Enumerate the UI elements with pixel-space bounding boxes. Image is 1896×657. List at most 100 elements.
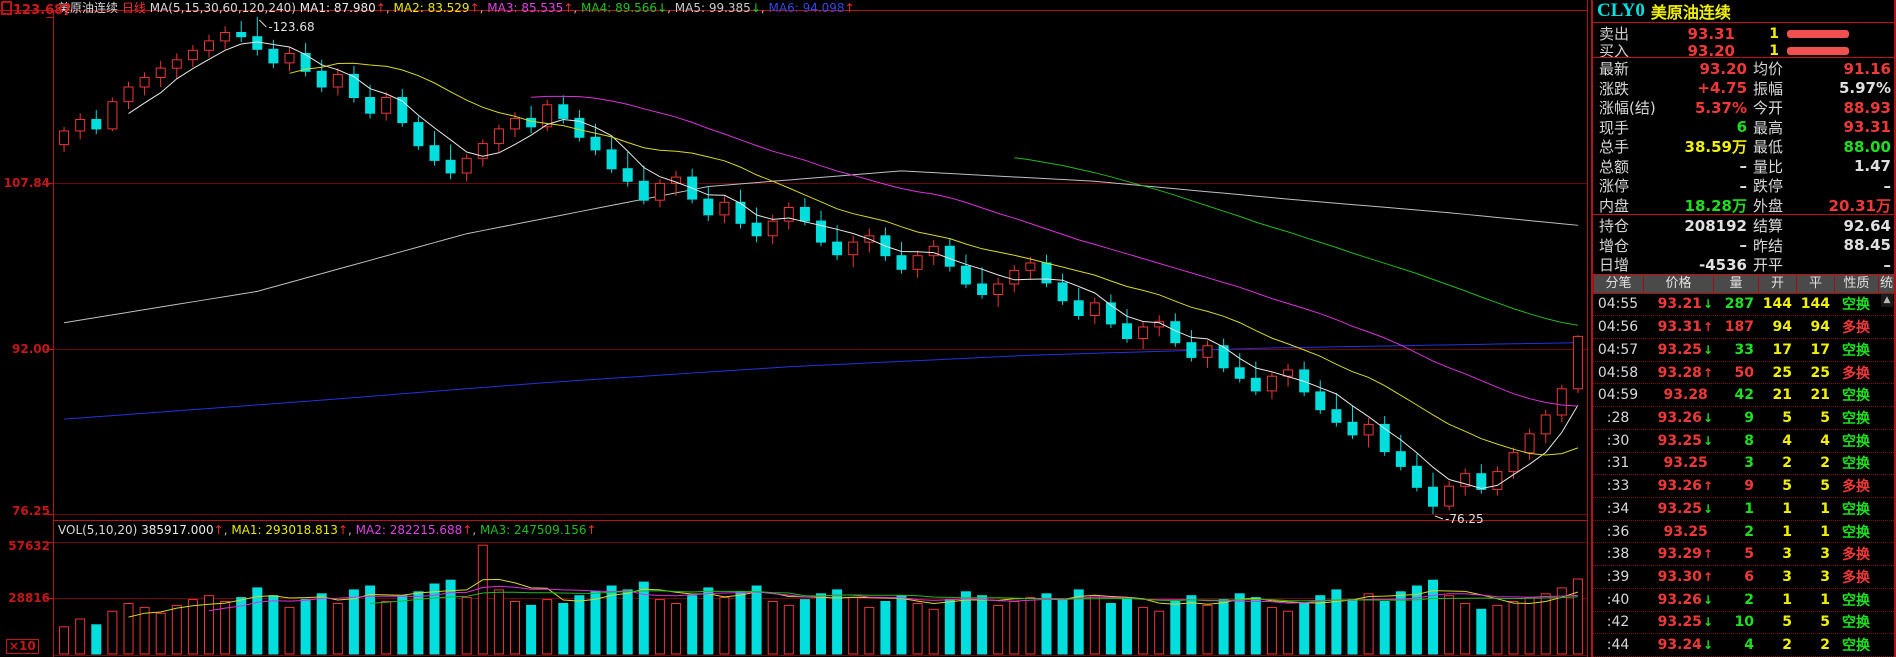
tick-nature: 空换 — [1834, 522, 1878, 542]
tick-open-interest-close: 2 — [1796, 455, 1834, 471]
tick-table-header: 分笔价格量开平性质统 — [1593, 275, 1894, 294]
direction-arrow: ↑ — [462, 523, 472, 537]
stat-label: 结算 — [1753, 215, 1811, 236]
stat-value: 5.97% — [1811, 79, 1892, 97]
tick-open-interest-open: 3 — [1758, 546, 1796, 562]
stat-label: 持仓 — [1599, 215, 1669, 236]
tick-nature: 空换 — [1834, 294, 1878, 314]
candlestick-chart-canvas[interactable]: -123.68-76.25 — [0, 0, 1591, 657]
tick-open-interest-open: 144 — [1758, 296, 1796, 312]
tick-volume: 10 — [1713, 614, 1758, 630]
tick-price: 93.31↑ — [1643, 319, 1713, 335]
tick-time: 04:56 — [1593, 319, 1643, 335]
chart-period-label[interactable]: 日线 — [122, 1, 146, 15]
tick-nature: 空换 — [1834, 635, 1878, 655]
tick-volume: 6 — [1713, 569, 1758, 585]
tick-nature: 空换 — [1834, 499, 1878, 519]
tick-column-header[interactable]: 性质 — [1834, 275, 1878, 293]
stat-label: 现手 — [1599, 117, 1669, 138]
tick-open-interest-open: 1 — [1758, 524, 1796, 540]
quote-stat-row: 涨跌+4.75振幅5.97% — [1593, 78, 1894, 98]
tick-row: :4093.26↓211空换 — [1593, 589, 1894, 612]
tick-column-header[interactable]: 统 — [1878, 275, 1894, 293]
tick-direction-arrow: ↓ — [1703, 502, 1713, 516]
tick-row: 04:5893.28↑502525多换 — [1593, 362, 1894, 385]
quote-stat-row: 总额–量比1.47 — [1593, 156, 1894, 176]
stat-value: -4536 — [1669, 256, 1753, 274]
quote-stat-rows: 最新93.20均价91.16涨跌+4.75振幅5.97%涨幅(结)5.37%今开… — [1593, 58, 1894, 274]
direction-arrow: ↑ — [845, 1, 855, 15]
question-mark-icon[interactable]: ? — [62, 0, 71, 19]
tick-time: :30 — [1593, 433, 1643, 449]
tick-time: 04:59 — [1593, 387, 1643, 403]
vol-params: VOL(5,10,20) — [58, 523, 137, 537]
tick-direction-arrow: ↑ — [1703, 570, 1713, 584]
stat-label: 涨跌 — [1599, 78, 1669, 99]
price-axis-label: 107.84 — [0, 176, 50, 190]
tick-nature: 空换 — [1834, 612, 1878, 632]
tick-direction-arrow: ↓ — [1703, 593, 1713, 607]
contract-name[interactable]: 美原油连续 — [1651, 0, 1731, 23]
tick-price: 93.25 — [1643, 524, 1713, 540]
tick-row: 04:5593.21↓287144144空换 — [1593, 294, 1894, 317]
direction-arrow: ↑ — [470, 1, 480, 15]
tick-open-interest-close: 3 — [1796, 569, 1834, 585]
tick-column-header[interactable]: 平 — [1796, 275, 1834, 293]
stat-value: 5.37% — [1669, 99, 1753, 117]
tick-price: 93.24↓ — [1643, 637, 1713, 653]
tick-open-interest-open: 25 — [1758, 365, 1796, 381]
tick-price: 93.25↓ — [1643, 614, 1713, 630]
stat-value: 38.59万 — [1669, 136, 1753, 157]
tick-time: :36 — [1593, 524, 1643, 540]
tick-time: :33 — [1593, 478, 1643, 494]
quote-panel: CLY0 美原油连续 卖出 93.31 1 买入 93.20 1 最新93.20… — [1591, 0, 1896, 657]
stat-value: +4.75 — [1669, 79, 1753, 97]
contract-code[interactable]: CLY0 — [1597, 0, 1645, 22]
tick-column-header[interactable]: 价格 — [1643, 275, 1713, 293]
tick-open-interest-open: 5 — [1758, 614, 1796, 630]
tick-volume: 9 — [1713, 410, 1758, 426]
ma-value: MA3: 85.535 — [487, 1, 563, 15]
volume-axis-label: 57632 — [0, 539, 50, 553]
tick-price: 93.25 — [1643, 455, 1713, 471]
tick-row: :3393.26↑955多换 — [1593, 475, 1894, 498]
tick-column-header[interactable]: 量 — [1713, 275, 1758, 293]
tick-price: 93.25↓ — [1643, 501, 1713, 517]
tick-column-header[interactable]: 分笔 — [1593, 275, 1643, 293]
scrollbar-up-button[interactable]: ▲ — [1881, 294, 1893, 307]
stat-label: 最高 — [1753, 117, 1811, 138]
stat-value: 91.16 — [1811, 60, 1892, 78]
stat-label: 内盘 — [1599, 195, 1669, 216]
tick-price: 93.26↓ — [1643, 410, 1713, 426]
tick-time: 04:55 — [1593, 296, 1643, 312]
tick-time: :40 — [1593, 592, 1643, 608]
axis-label-text: 123.68 — [13, 3, 63, 18]
tick-nature: 空换 — [1834, 340, 1878, 360]
tick-volume: 8 — [1713, 433, 1758, 449]
quote-stat-row: 现手6最高93.31 — [1593, 117, 1894, 137]
tick-nature: 空换 — [1834, 431, 1878, 451]
tick-open-interest-close: 2 — [1796, 637, 1834, 653]
bid-volume-bar — [1787, 47, 1849, 55]
tick-volume: 33 — [1713, 342, 1758, 358]
ma-params: MA(5,15,30,60,120,240) — [150, 1, 296, 15]
stat-label: 最新 — [1599, 58, 1669, 79]
ma-value: MA5: 99.385 — [675, 1, 751, 15]
quote-stat-row: 最新93.20均价91.16 — [1593, 58, 1894, 78]
tick-open-interest-open: 1 — [1758, 501, 1796, 517]
tick-time: :34 — [1593, 501, 1643, 517]
tick-open-interest-close: 25 — [1796, 365, 1834, 381]
separator: , — [386, 1, 394, 15]
stat-label: 最低 — [1753, 136, 1811, 157]
svg-text:-76.25: -76.25 — [1445, 512, 1484, 526]
direction-arrow: ↑ — [587, 523, 597, 537]
stat-value: 88.45 — [1811, 236, 1892, 254]
stat-value: 18.28万 — [1669, 195, 1753, 216]
tick-open-interest-close: 144 — [1796, 296, 1834, 312]
tick-open-interest-close: 1 — [1796, 592, 1834, 608]
tick-direction-arrow: ↓ — [1703, 638, 1713, 652]
tick-volume: 2 — [1713, 592, 1758, 608]
stat-value: – — [1669, 177, 1753, 195]
quote-panel-header: CLY0 美原油连续 — [1593, 0, 1894, 23]
tick-column-header[interactable]: 开 — [1758, 275, 1796, 293]
